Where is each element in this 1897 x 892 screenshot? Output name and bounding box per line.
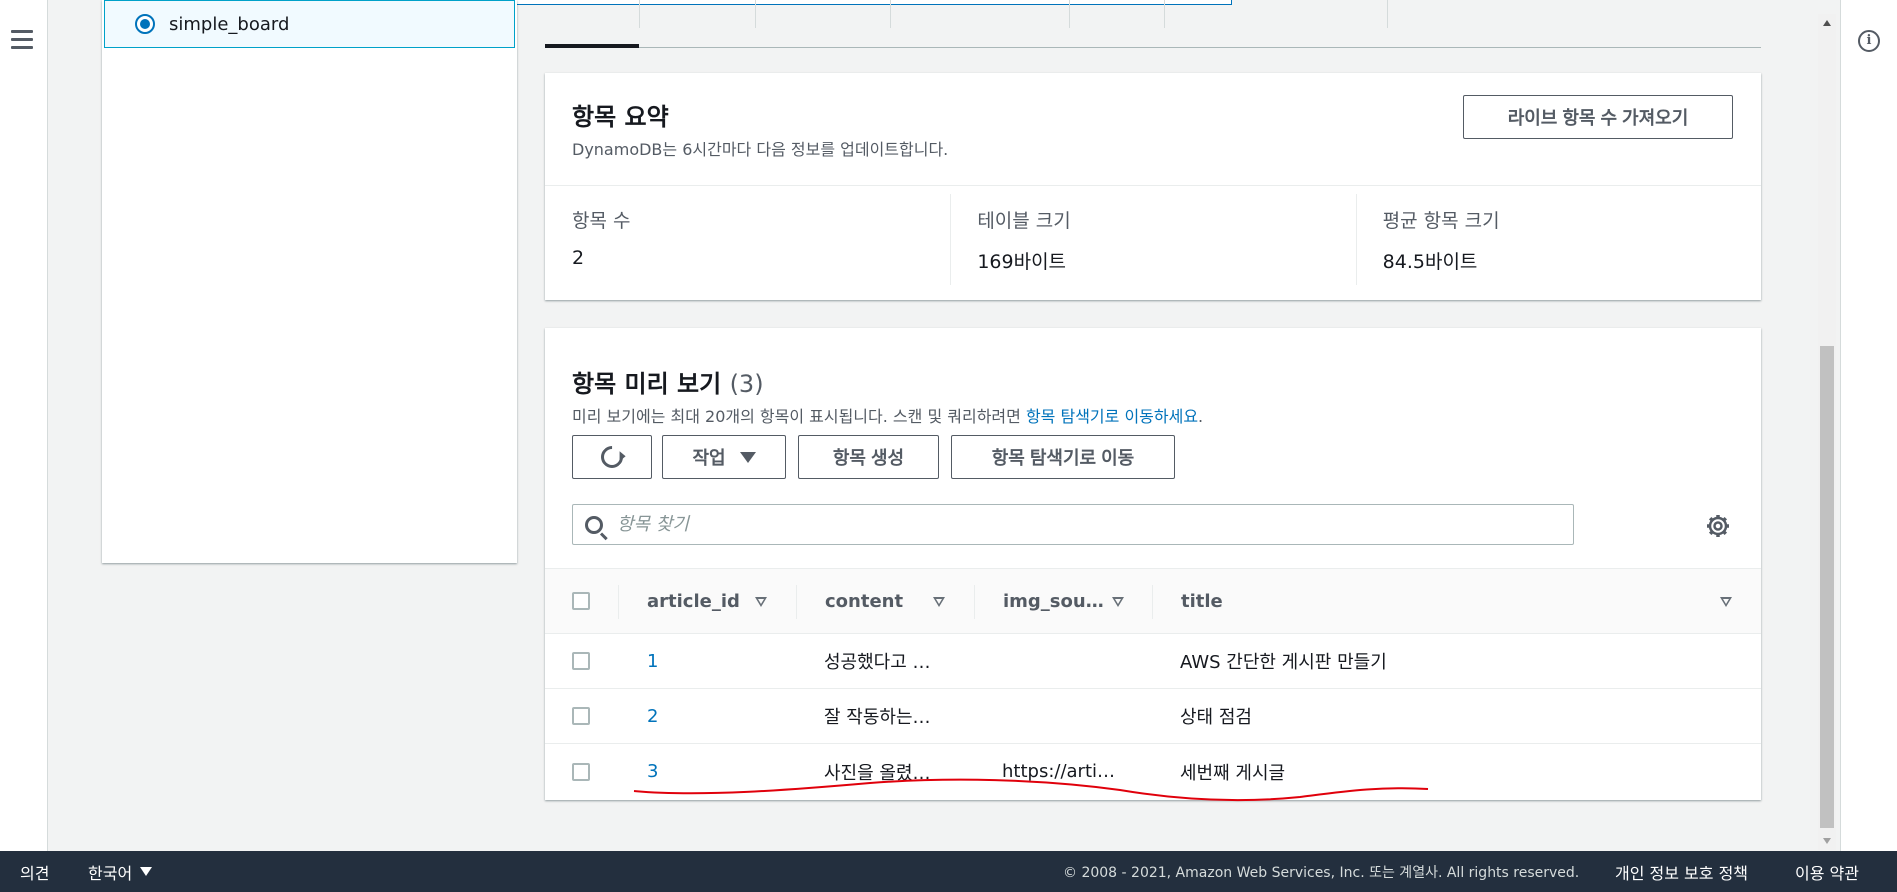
article-id-link[interactable]: 2 [647, 689, 658, 743]
stat-value: 169바이트 [977, 251, 1067, 273]
detail-tabs [545, 0, 1761, 48]
page-scrollbar[interactable] [1818, 14, 1836, 850]
feedback-link[interactable]: 의견 [20, 851, 49, 892]
preview-description-text: 미리 보기에는 최대 20개의 항목이 표시됩니다. 스캔 및 쿼리하려면 [572, 407, 1021, 426]
preview-header: 항목 미리 보기 (3) 미리 보기에는 최대 20개의 항목이 표시됩니다. … [545, 328, 1761, 545]
title-cell: 세번째 게시글 [1180, 762, 1286, 784]
stat-table-size: 테이블 크기 169바이트 [950, 186, 1355, 299]
language-label: 한국어 [88, 863, 133, 883]
stat-label: 테이블 크기 [977, 210, 1071, 232]
img-source-cell: https://arti… [1002, 761, 1116, 782]
content-cell: 성공했다고 … [824, 652, 931, 673]
tab-divider [890, 0, 891, 28]
column-divider [1152, 585, 1153, 619]
table-row: 3 사진을 올렸… https://arti… 세번째 게시글 [545, 744, 1761, 799]
caret-down-icon [140, 867, 153, 876]
select-all-checkbox[interactable] [572, 592, 590, 610]
tab-divider [1164, 0, 1165, 28]
article-id-link[interactable]: 1 [647, 634, 658, 688]
tab-divider [1069, 0, 1070, 28]
preview-description: 미리 보기에는 최대 20개의 항목이 표시됩니다. 스캔 및 쿼리하려면 항목… [572, 403, 1734, 427]
stat-value: 2 [572, 247, 585, 269]
article-id-link[interactable]: 3 [647, 744, 658, 799]
table-row: 2 잘 작동하는… 상태 점검 [545, 689, 1761, 744]
tab-divider [1387, 0, 1388, 28]
actions-dropdown-button[interactable]: 작업 [662, 435, 786, 479]
table-option-simple-board[interactable]: simple_board [104, 0, 515, 48]
content-cell: 사진을 올렸… [824, 762, 931, 784]
item-explorer-link[interactable]: 항목 탐색기로 이동하세요 [1026, 407, 1198, 426]
stat-label: 항목 수 [572, 210, 631, 232]
item-search-input[interactable] [617, 514, 1517, 535]
column-header-title[interactable]: title [1181, 569, 1223, 633]
preview-item-count: (3) [729, 370, 764, 398]
tab-divider [639, 0, 640, 28]
scroll-down-arrow-icon[interactable] [1823, 838, 1831, 844]
refresh-button[interactable] [572, 435, 652, 479]
caret-down-icon [739, 451, 756, 463]
menu-icon[interactable] [11, 30, 33, 49]
tab-active-indicator [545, 44, 639, 48]
left-rail [0, 0, 48, 851]
item-search-box[interactable] [572, 504, 1574, 545]
table-name: simple_board [169, 13, 290, 35]
scroll-up-arrow-icon[interactable] [1823, 20, 1831, 26]
item-summary-card: 항목 요약 DynamoDB는 6시간마다 다음 정보를 업데이트합니다. 라이… [545, 73, 1761, 300]
explore-items-button[interactable]: 항목 탐색기로 이동 [951, 435, 1175, 479]
row-select-cell [572, 744, 590, 799]
table-row: 1 성공했다고 … AWS 간단한 게시판 만들기 [545, 634, 1761, 689]
scrollbar-thumb[interactable] [1820, 346, 1834, 828]
tables-panel: simple_board [102, 0, 517, 563]
column-header-img-source[interactable]: img_sou… [1003, 569, 1104, 633]
stat-average-item-size: 평균 항목 크기 84.5바이트 [1355, 186, 1761, 299]
stat-item-count: 항목 수 2 [545, 186, 950, 299]
sort-caret-icon[interactable] [1112, 597, 1124, 607]
summary-stats: 항목 수 2 테이블 크기 169바이트 평균 항목 크기 84.5바이트 [545, 186, 1761, 299]
refresh-icon [596, 441, 628, 473]
gear-icon[interactable] [1706, 514, 1730, 538]
item-preview-card: 항목 미리 보기 (3) 미리 보기에는 최대 20개의 항목이 표시됩니다. … [545, 328, 1761, 800]
row-select-cell [572, 634, 590, 688]
terms-link[interactable]: 이용 약관 [1795, 851, 1859, 892]
content-cell: 잘 작동하는… [824, 707, 931, 728]
info-icon[interactable]: i [1858, 30, 1880, 52]
get-live-item-count-button[interactable]: 라이브 항목 수 가져오기 [1463, 95, 1733, 139]
tab-divider [755, 0, 756, 28]
stat-label: 평균 항목 크기 [1382, 210, 1500, 232]
sort-caret-icon[interactable] [933, 597, 945, 607]
items-table: article_id content img_sou… title 1 성공했다… [545, 568, 1761, 799]
sort-caret-icon[interactable] [1720, 597, 1732, 607]
radio-selected-icon[interactable] [135, 14, 155, 34]
table-header-row: article_id content img_sou… title [545, 568, 1761, 634]
stat-value: 84.5바이트 [1382, 251, 1478, 273]
language-selector[interactable]: 한국어 [88, 851, 153, 892]
preview-title: 항목 미리 보기 (3) [572, 364, 1734, 399]
column-header-article-id[interactable]: article_id [647, 569, 740, 633]
title-cell: 상태 점검 [1180, 707, 1252, 728]
column-divider [974, 585, 975, 619]
title-cell: AWS 간단한 게시판 만들기 [1180, 652, 1387, 673]
right-rail: i [1840, 0, 1897, 851]
console-footer: 의견 한국어 © 2008 - 2021, Amazon Web Service… [0, 851, 1897, 892]
actions-label: 작업 [692, 448, 726, 468]
copyright-text: © 2008 - 2021, Amazon Web Services, Inc.… [1063, 864, 1580, 881]
row-select-cell [572, 689, 590, 743]
row-checkbox[interactable] [572, 707, 590, 725]
column-divider [796, 585, 797, 619]
row-checkbox[interactable] [572, 762, 590, 781]
summary-description: DynamoDB는 6시간마다 다음 정보를 업데이트합니다. [572, 140, 949, 159]
row-checkbox[interactable] [572, 652, 590, 670]
column-divider [618, 585, 619, 619]
privacy-policy-link[interactable]: 개인 정보 보호 정책 [1615, 851, 1748, 892]
create-item-button[interactable]: 항목 생성 [798, 435, 939, 479]
column-header-content[interactable]: content [825, 569, 903, 633]
summary-header: 항목 요약 DynamoDB는 6시간마다 다음 정보를 업데이트합니다. 라이… [545, 73, 1761, 186]
preview-title-text: 항목 미리 보기 [572, 370, 722, 398]
sort-caret-icon[interactable] [755, 597, 767, 607]
search-icon [585, 515, 603, 534]
select-all-cell [572, 569, 590, 633]
preview-description-suffix: . [1198, 407, 1204, 426]
